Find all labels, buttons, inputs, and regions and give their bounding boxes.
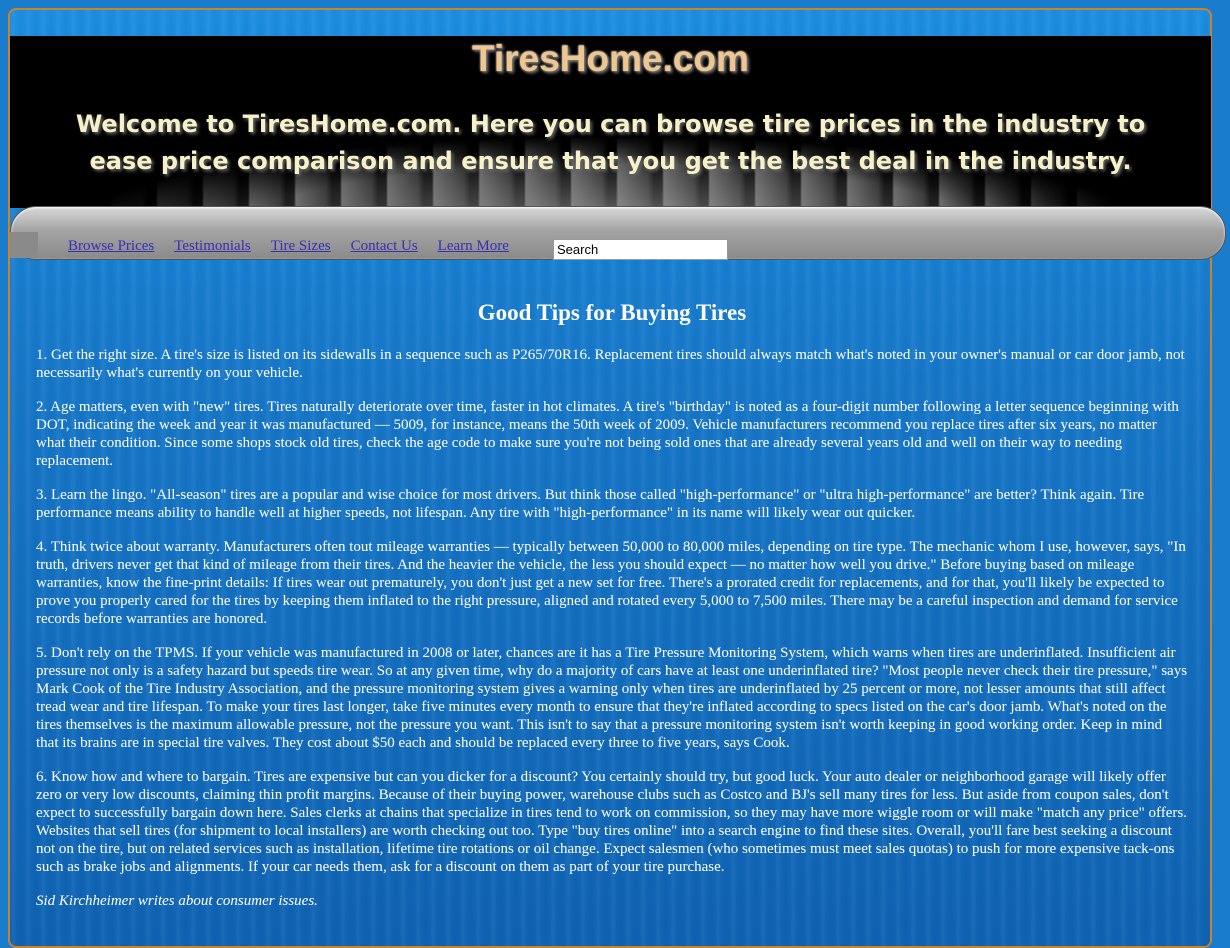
article-paragraph-3: 3. Learn the lingo. "All-season" tires a…	[36, 487, 1145, 521]
article-paragraph-6: 6. Know how and where to bargain. Tires …	[36, 769, 1187, 875]
top-strip	[10, 10, 1211, 36]
article-byline: Sid Kirchheimer writes about consumer is…	[36, 893, 318, 909]
nav-link-testimonials[interactable]: Testimonials	[174, 238, 250, 255]
article-paragraph-1: 1. Get the right size. A tire's size is …	[36, 347, 1185, 381]
site-title: TiresHome.com	[472, 38, 749, 79]
article-paragraph-5: 5. Don't rely on the TPMS. If your vehic…	[36, 645, 1188, 751]
main-nav: Browse Prices Testimonials Tire Sizes Co…	[68, 238, 509, 255]
site-header: TiresHome.com Welcome to TiresHome.com. …	[10, 36, 1211, 208]
article-paragraph-4: 4. Think twice about warranty. Manufactu…	[36, 539, 1186, 627]
nav-bar-corner	[10, 232, 38, 258]
nav-link-tire-sizes[interactable]: Tire Sizes	[271, 238, 331, 255]
article-title: Good Tips for Buying Tires	[477, 300, 747, 325]
welcome-message: Welcome to TiresHome.com. Here you can b…	[75, 110, 1146, 175]
article-paragraph-2: 2. Age matters, even with "new" tires. T…	[36, 399, 1179, 469]
nav-link-contact-us[interactable]: Contact Us	[351, 238, 418, 255]
nav-link-learn-more[interactable]: Learn More	[438, 238, 509, 255]
article-content: Good Tips for Buying Tires 1. Get the ri…	[36, 300, 1188, 926]
nav-link-browse-prices[interactable]: Browse Prices	[68, 238, 154, 255]
search-input[interactable]	[553, 239, 728, 260]
